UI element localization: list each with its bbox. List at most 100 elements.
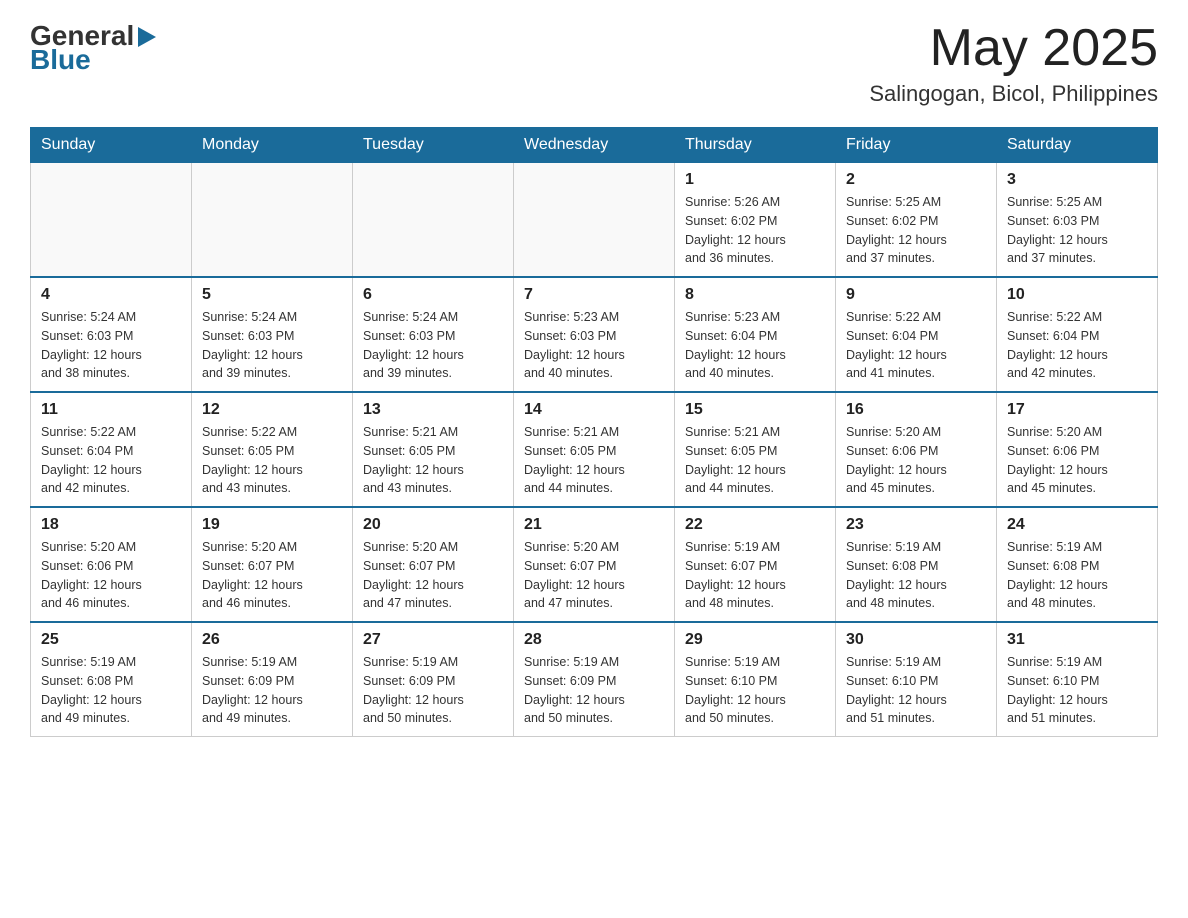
calendar-cell: 29Sunrise: 5:19 AM Sunset: 6:10 PM Dayli…	[675, 622, 836, 737]
calendar-cell: 3 Sunrise: 5:25 AM Sunset: 6:03 PM Daylig…	[997, 163, 1158, 278]
day-info: Sunrise: 5:19 AM Sunset: 6:08 PM Dayligh…	[41, 653, 181, 728]
calendar-cell: 5 Sunrise: 5:24 AM Sunset: 6:03 PM Daylig…	[192, 277, 353, 392]
weekday-header-sunday: Sunday	[31, 128, 192, 163]
day-number: 5	[202, 286, 342, 304]
calendar-cell: 4 Sunrise: 5:24 AM Sunset: 6:03 PM Daylig…	[31, 277, 192, 392]
calendar-cell: 16 Sunrise: 5:20 AM Sunset: 6:06 PM Dayli…	[836, 392, 997, 507]
day-info: Sunrise: 5:25 AM Sunset: 6:03 PM Dayligh…	[1007, 193, 1147, 268]
calendar-cell: 27 Sunrise: 5:19 AM Sunset: 6:09 PM Dayli…	[353, 622, 514, 737]
day-number: 26	[202, 631, 342, 649]
calendar-cell: 13 Sunrise: 5:21 AM Sunset: 6:05 PM Dayli…	[353, 392, 514, 507]
page-header: General Blue May 2025 Salingogan, Bicol,…	[30, 20, 1158, 107]
month-title: May 2025	[869, 20, 1158, 77]
day-number: 28	[524, 631, 664, 649]
day-info: Sunrise: 5:21 AM Sunset: 6:05 PM Dayligh…	[685, 423, 825, 498]
day-info: Sunrise: 5:22 AM Sunset: 6:04 PM Dayligh…	[846, 308, 986, 383]
day-number: 4	[41, 286, 181, 304]
calendar-header-row: SundayMondayTuesdayWednesdayThursdayFrid…	[31, 128, 1158, 163]
logo-blue-text: Blue	[30, 44, 91, 76]
calendar-cell: 19 Sunrise: 5:20 AM Sunset: 6:07 PM Dayli…	[192, 507, 353, 622]
day-info: Sunrise: 5:24 AM Sunset: 6:03 PM Dayligh…	[363, 308, 503, 383]
day-info: Sunrise: 5:19 AM Sunset: 6:08 PM Dayligh…	[1007, 538, 1147, 613]
day-number: 8	[685, 286, 825, 304]
calendar-cell: 31 Sunrise: 5:19 AM Sunset: 6:10 PM Dayli…	[997, 622, 1158, 737]
calendar-week-row: 11 Sunrise: 5:22 AM Sunset: 6:04 PM Dayli…	[31, 392, 1158, 507]
calendar-week-row: 18 Sunrise: 5:20 AM Sunset: 6:06 PM Dayli…	[31, 507, 1158, 622]
day-number: 12	[202, 401, 342, 419]
day-info: Sunrise: 5:20 AM Sunset: 6:07 PM Dayligh…	[363, 538, 503, 613]
calendar-cell: 2Sunrise: 5:25 AM Sunset: 6:02 PM Daylig…	[836, 163, 997, 278]
calendar-cell	[192, 163, 353, 278]
calendar-cell: 10Sunrise: 5:22 AM Sunset: 6:04 PM Dayli…	[997, 277, 1158, 392]
calendar-cell: 8 Sunrise: 5:23 AM Sunset: 6:04 PM Daylig…	[675, 277, 836, 392]
day-info: Sunrise: 5:20 AM Sunset: 6:06 PM Dayligh…	[846, 423, 986, 498]
day-info: Sunrise: 5:21 AM Sunset: 6:05 PM Dayligh…	[524, 423, 664, 498]
day-info: Sunrise: 5:19 AM Sunset: 6:08 PM Dayligh…	[846, 538, 986, 613]
logo-arrow-icon	[138, 27, 156, 47]
calendar-week-row: 1Sunrise: 5:26 AM Sunset: 6:02 PM Daylig…	[31, 163, 1158, 278]
calendar-cell: 30Sunrise: 5:19 AM Sunset: 6:10 PM Dayli…	[836, 622, 997, 737]
day-info: Sunrise: 5:20 AM Sunset: 6:07 PM Dayligh…	[202, 538, 342, 613]
calendar-table: SundayMondayTuesdayWednesdayThursdayFrid…	[30, 127, 1158, 737]
day-number: 22	[685, 516, 825, 534]
day-info: Sunrise: 5:19 AM Sunset: 6:09 PM Dayligh…	[524, 653, 664, 728]
day-number: 18	[41, 516, 181, 534]
calendar-cell: 24 Sunrise: 5:19 AM Sunset: 6:08 PM Dayli…	[997, 507, 1158, 622]
calendar-cell: 9 Sunrise: 5:22 AM Sunset: 6:04 PM Daylig…	[836, 277, 997, 392]
day-number: 19	[202, 516, 342, 534]
day-info: Sunrise: 5:20 AM Sunset: 6:06 PM Dayligh…	[41, 538, 181, 613]
day-number: 31	[1007, 631, 1147, 649]
day-number: 9	[846, 286, 986, 304]
day-info: Sunrise: 5:19 AM Sunset: 6:09 PM Dayligh…	[202, 653, 342, 728]
day-info: Sunrise: 5:21 AM Sunset: 6:05 PM Dayligh…	[363, 423, 503, 498]
calendar-cell: 6Sunrise: 5:24 AM Sunset: 6:03 PM Daylig…	[353, 277, 514, 392]
day-number: 16	[846, 401, 986, 419]
weekday-header-tuesday: Tuesday	[353, 128, 514, 163]
calendar-cell: 25 Sunrise: 5:19 AM Sunset: 6:08 PM Dayli…	[31, 622, 192, 737]
calendar-week-row: 4 Sunrise: 5:24 AM Sunset: 6:03 PM Daylig…	[31, 277, 1158, 392]
day-info: Sunrise: 5:20 AM Sunset: 6:07 PM Dayligh…	[524, 538, 664, 613]
day-info: Sunrise: 5:24 AM Sunset: 6:03 PM Dayligh…	[41, 308, 181, 383]
day-info: Sunrise: 5:19 AM Sunset: 6:10 PM Dayligh…	[1007, 653, 1147, 728]
calendar-cell: 11 Sunrise: 5:22 AM Sunset: 6:04 PM Dayli…	[31, 392, 192, 507]
day-number: 23	[846, 516, 986, 534]
weekday-header-thursday: Thursday	[675, 128, 836, 163]
calendar-week-row: 25 Sunrise: 5:19 AM Sunset: 6:08 PM Dayli…	[31, 622, 1158, 737]
day-info: Sunrise: 5:19 AM Sunset: 6:07 PM Dayligh…	[685, 538, 825, 613]
day-info: Sunrise: 5:26 AM Sunset: 6:02 PM Dayligh…	[685, 193, 825, 268]
day-info: Sunrise: 5:24 AM Sunset: 6:03 PM Dayligh…	[202, 308, 342, 383]
calendar-cell: 12Sunrise: 5:22 AM Sunset: 6:05 PM Dayli…	[192, 392, 353, 507]
weekday-header-wednesday: Wednesday	[514, 128, 675, 163]
day-number: 11	[41, 401, 181, 419]
weekday-header-saturday: Saturday	[997, 128, 1158, 163]
day-number: 24	[1007, 516, 1147, 534]
day-info: Sunrise: 5:19 AM Sunset: 6:10 PM Dayligh…	[685, 653, 825, 728]
day-info: Sunrise: 5:23 AM Sunset: 6:04 PM Dayligh…	[685, 308, 825, 383]
day-number: 3	[1007, 171, 1147, 189]
day-info: Sunrise: 5:20 AM Sunset: 6:06 PM Dayligh…	[1007, 423, 1147, 498]
day-number: 17	[1007, 401, 1147, 419]
calendar-cell: 26 Sunrise: 5:19 AM Sunset: 6:09 PM Dayli…	[192, 622, 353, 737]
calendar-cell: 1Sunrise: 5:26 AM Sunset: 6:02 PM Daylig…	[675, 163, 836, 278]
day-number: 27	[363, 631, 503, 649]
day-info: Sunrise: 5:23 AM Sunset: 6:03 PM Dayligh…	[524, 308, 664, 383]
calendar-cell: 28 Sunrise: 5:19 AM Sunset: 6:09 PM Dayli…	[514, 622, 675, 737]
calendar-cell: 15Sunrise: 5:21 AM Sunset: 6:05 PM Dayli…	[675, 392, 836, 507]
day-number: 7	[524, 286, 664, 304]
weekday-header-friday: Friday	[836, 128, 997, 163]
day-number: 2	[846, 171, 986, 189]
logo: General Blue	[30, 20, 156, 76]
calendar-cell	[353, 163, 514, 278]
day-number: 13	[363, 401, 503, 419]
calendar-cell: 23 Sunrise: 5:19 AM Sunset: 6:08 PM Dayli…	[836, 507, 997, 622]
day-number: 14	[524, 401, 664, 419]
calendar-cell: 7 Sunrise: 5:23 AM Sunset: 6:03 PM Daylig…	[514, 277, 675, 392]
day-info: Sunrise: 5:22 AM Sunset: 6:04 PM Dayligh…	[41, 423, 181, 498]
day-info: Sunrise: 5:19 AM Sunset: 6:09 PM Dayligh…	[363, 653, 503, 728]
calendar-cell: 17 Sunrise: 5:20 AM Sunset: 6:06 PM Dayli…	[997, 392, 1158, 507]
calendar-cell: 20Sunrise: 5:20 AM Sunset: 6:07 PM Dayli…	[353, 507, 514, 622]
day-info: Sunrise: 5:22 AM Sunset: 6:04 PM Dayligh…	[1007, 308, 1147, 383]
calendar-cell: 14 Sunrise: 5:21 AM Sunset: 6:05 PM Dayli…	[514, 392, 675, 507]
title-block: May 2025 Salingogan, Bicol, Philippines	[869, 20, 1158, 107]
day-number: 25	[41, 631, 181, 649]
